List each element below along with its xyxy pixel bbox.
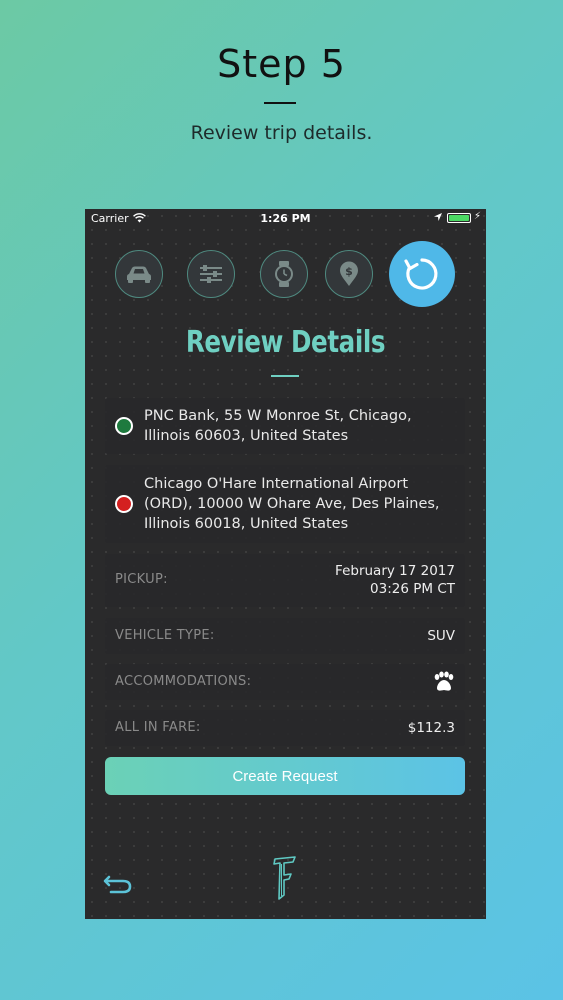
dropoff-address-card[interactable]: Chicago O'Hare International Airport (OR… xyxy=(105,465,465,543)
phone-screen: Carrier 1:26 PM ⚡ $ Review Details PNC B… xyxy=(85,209,486,919)
dropoff-address: Chicago O'Hare International Airport (OR… xyxy=(144,476,440,532)
car-icon xyxy=(127,266,151,283)
back-arrow-icon[interactable] xyxy=(103,873,133,895)
step-review[interactable] xyxy=(389,241,455,307)
step-progress: $ xyxy=(85,241,486,317)
step-payment[interactable]: $ xyxy=(325,250,373,298)
vehicle-label: VEHICLE TYPE: xyxy=(115,628,215,643)
promo-title: Step 5 xyxy=(217,42,346,86)
accommodations-row: ACCOMMODATIONS: xyxy=(105,664,465,700)
refresh-icon xyxy=(404,258,438,290)
create-request-button[interactable]: Create Request xyxy=(105,757,465,795)
battery-icon xyxy=(447,213,471,223)
pickup-date: February 17 2017 xyxy=(335,563,455,579)
location-arrow-icon xyxy=(434,213,442,221)
promo-subtitle: Review trip details. xyxy=(190,122,373,144)
dollar-pin-icon: $ xyxy=(340,261,358,286)
pickup-row: PICKUP: February 17 2017 03:26 PM CT xyxy=(105,554,465,607)
status-bar: Carrier 1:26 PM ⚡ xyxy=(85,209,486,229)
pickup-datetime: February 17 2017 03:26 PM CT xyxy=(335,562,455,598)
accommodations-label: ACCOMMODATIONS: xyxy=(115,674,252,689)
pickup-address-card[interactable]: PNC Bank, 55 W Monroe St, Chicago, Illin… xyxy=(105,398,465,454)
pickup-address: PNC Bank, 55 W Monroe St, Chicago, Illin… xyxy=(144,408,412,444)
dropoff-marker-icon xyxy=(115,495,133,513)
vehicle-value: SUV xyxy=(427,628,455,644)
watch-icon xyxy=(275,261,293,287)
pickup-time: 03:26 PM CT xyxy=(370,581,455,597)
step-car[interactable] xyxy=(115,250,163,298)
step-options[interactable] xyxy=(187,250,235,298)
promo-divider xyxy=(264,102,296,104)
status-time: 1:26 PM xyxy=(260,212,311,225)
fare-label: ALL IN FARE: xyxy=(115,720,201,735)
charging-bolt-icon: ⚡ xyxy=(474,211,482,222)
title-divider xyxy=(271,375,299,377)
svg-text:$: $ xyxy=(345,265,353,278)
sliders-icon xyxy=(200,265,222,283)
page-title: Review Details xyxy=(185,325,386,360)
pickup-marker-icon xyxy=(115,417,133,435)
brand-logo-icon xyxy=(273,856,296,900)
fare-value: $112.3 xyxy=(407,720,455,736)
pickup-label: PICKUP: xyxy=(115,572,168,587)
vehicle-row: VEHICLE TYPE: SUV xyxy=(105,618,465,654)
fare-row: ALL IN FARE: $112.3 xyxy=(105,710,465,746)
paw-icon xyxy=(434,671,454,691)
step-time[interactable] xyxy=(260,250,308,298)
